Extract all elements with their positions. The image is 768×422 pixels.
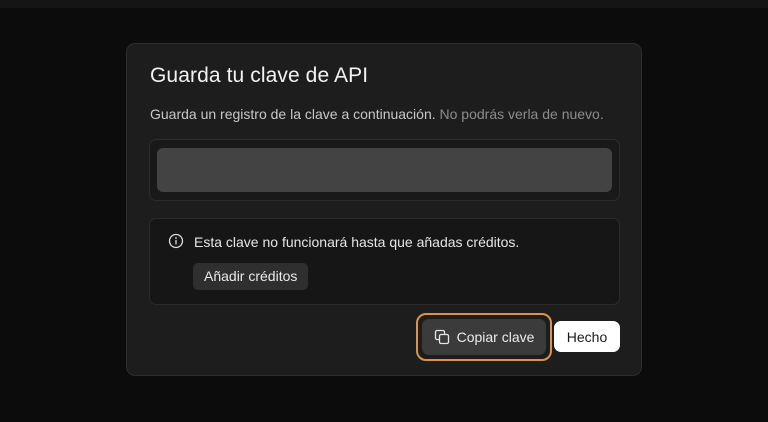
- api-key-modal: Guarda tu clave de API Guarda un registr…: [126, 43, 642, 376]
- subtitle-main: Guarda un registro de la clave a continu…: [150, 106, 436, 122]
- add-credits-button[interactable]: Añadir créditos: [193, 263, 309, 290]
- background-topbar: [0, 0, 768, 8]
- api-key-container: [149, 139, 620, 201]
- notice-text: Esta clave no funcionará hasta que añada…: [194, 234, 520, 250]
- api-key-field[interactable]: [157, 148, 612, 192]
- copy-key-label: Copiar clave: [456, 329, 535, 345]
- copy-key-button[interactable]: Copiar clave: [422, 319, 546, 355]
- copy-icon: [434, 329, 449, 345]
- modal-subtitle: Guarda un registro de la clave a continu…: [150, 106, 604, 122]
- credits-notice: Esta clave no funcionará hasta que añada…: [149, 218, 620, 305]
- modal-title: Guarda tu clave de API: [150, 64, 369, 87]
- done-button[interactable]: Hecho: [554, 321, 620, 352]
- info-icon: [168, 233, 184, 249]
- subtitle-warning: No podrás verla de nuevo.: [439, 106, 604, 122]
- copy-button-focus-ring: Copiar clave: [416, 313, 552, 361]
